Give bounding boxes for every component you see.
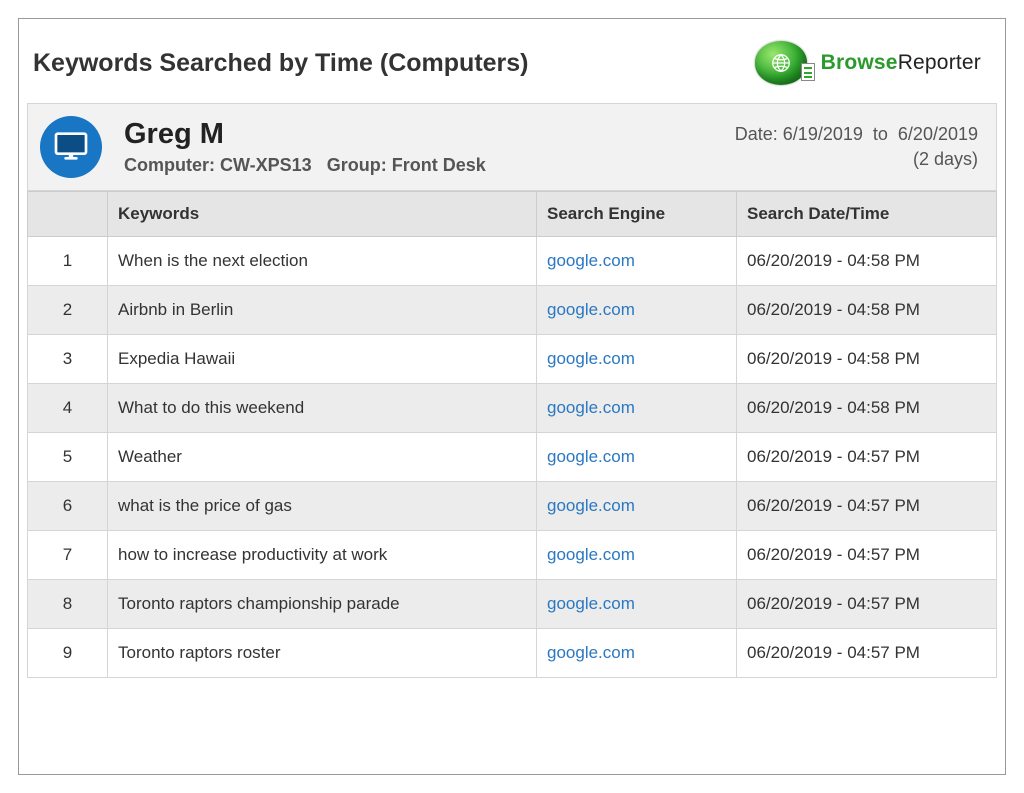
datetime-cell: 06/20/2019 - 04:58 PM	[737, 335, 997, 384]
document-icon	[801, 63, 815, 81]
search-engine-link[interactable]: google.com	[547, 447, 635, 466]
brand-text: BrowseReporter	[821, 51, 981, 75]
col-header-keywords: Keywords	[108, 192, 537, 237]
computer-value: CW-XPS13	[220, 155, 312, 175]
search-engine-cell: google.com	[537, 629, 737, 678]
col-header-engine: Search Engine	[537, 192, 737, 237]
search-engine-link[interactable]: google.com	[547, 398, 635, 417]
row-number: 9	[28, 629, 108, 678]
keyword-cell: Expedia Hawaii	[108, 335, 537, 384]
search-engine-cell: google.com	[537, 433, 737, 482]
keyword-cell: What to do this weekend	[108, 384, 537, 433]
date-to: 6/20/2019	[898, 124, 978, 144]
datetime-cell: 06/20/2019 - 04:57 PM	[737, 580, 997, 629]
user-name: Greg M	[124, 118, 735, 151]
search-engine-link[interactable]: google.com	[547, 643, 635, 662]
date-days: (2 days)	[735, 149, 978, 170]
row-number: 5	[28, 433, 108, 482]
brand-part2: Reporter	[898, 51, 981, 75]
row-number: 1	[28, 237, 108, 286]
keyword-cell: Toronto raptors championship parade	[108, 580, 537, 629]
table-header-row: Keywords Search Engine Search Date/Time	[28, 192, 997, 237]
datetime-cell: 06/20/2019 - 04:57 PM	[737, 531, 997, 580]
table-row: 8Toronto raptors championship parade goog…	[28, 580, 997, 629]
report-title: Keywords Searched by Time (Computers)	[27, 49, 529, 78]
search-engine-cell: google.com	[537, 580, 737, 629]
table-row: 1When is the next election google.com 06/2…	[28, 237, 997, 286]
search-engine-link[interactable]: google.com	[547, 545, 635, 564]
date-range: Date: 6/19/2019 to 6/20/2019 (2 days)	[735, 124, 978, 170]
search-engine-link[interactable]: google.com	[547, 251, 635, 270]
row-number: 3	[28, 335, 108, 384]
datetime-cell: 06/20/2019 - 04:57 PM	[737, 433, 997, 482]
datetime-cell: 06/20/2019 - 04:58 PM	[737, 384, 997, 433]
datetime-cell: 06/20/2019 - 04:57 PM	[737, 482, 997, 531]
report-header: Keywords Searched by Time (Computers) Br…	[19, 19, 1005, 103]
search-engine-link[interactable]: google.com	[547, 496, 635, 515]
computer-icon	[40, 116, 102, 178]
row-number: 8	[28, 580, 108, 629]
row-number: 4	[28, 384, 108, 433]
search-engine-link[interactable]: google.com	[547, 349, 635, 368]
search-engine-cell: google.com	[537, 237, 737, 286]
date-label: Date:	[735, 124, 778, 144]
search-engine-link[interactable]: google.com	[547, 594, 635, 613]
col-header-datetime: Search Date/Time	[737, 192, 997, 237]
table-row: 7how to increase productivity at work goo…	[28, 531, 997, 580]
search-engine-link[interactable]: google.com	[547, 300, 635, 319]
keyword-cell: what is the price of gas	[108, 482, 537, 531]
report-panel: Greg M Computer: CW-XPS13 Group: Front D…	[27, 103, 997, 678]
search-engine-cell: google.com	[537, 531, 737, 580]
search-engine-cell: google.com	[537, 482, 737, 531]
row-number: 2	[28, 286, 108, 335]
search-engine-cell: google.com	[537, 335, 737, 384]
search-engine-cell: google.com	[537, 384, 737, 433]
user-summary-bar: Greg M Computer: CW-XPS13 Group: Front D…	[27, 103, 997, 191]
brand-logo: BrowseReporter	[755, 41, 981, 85]
date-from: 6/19/2019	[783, 124, 863, 144]
row-number: 6	[28, 482, 108, 531]
search-engine-cell: google.com	[537, 286, 737, 335]
col-header-num	[28, 192, 108, 237]
brand-part1: Browse	[821, 51, 898, 75]
table-row: 6what is the price of gas google.com 06/20…	[28, 482, 997, 531]
table-row: 3Expedia Hawaii google.com 06/20/2019 - 04…	[28, 335, 997, 384]
report-frame: Keywords Searched by Time (Computers) Br…	[18, 18, 1006, 775]
table-row: 5Weather google.com 06/20/2019 - 04:57 PM	[28, 433, 997, 482]
keyword-cell: Toronto raptors roster	[108, 629, 537, 678]
table-row: 9Toronto raptors roster google.com 06/20/2…	[28, 629, 997, 678]
table-row: 2Airbnb in Berlin google.com 06/20/2019 - …	[28, 286, 997, 335]
keyword-cell: When is the next election	[108, 237, 537, 286]
datetime-cell: 06/20/2019 - 04:58 PM	[737, 237, 997, 286]
date-to-word: to	[873, 124, 888, 144]
row-number: 7	[28, 531, 108, 580]
computer-label: Computer:	[124, 155, 215, 175]
datetime-cell: 06/20/2019 - 04:57 PM	[737, 629, 997, 678]
keyword-cell: Weather	[108, 433, 537, 482]
user-info: Greg M Computer: CW-XPS13 Group: Front D…	[124, 118, 735, 176]
table-row: 4What to do this weekend google.com 06/20/…	[28, 384, 997, 433]
group-label: Group:	[327, 155, 387, 175]
group-value: Front Desk	[392, 155, 486, 175]
keywords-table: Keywords Search Engine Search Date/Time …	[27, 191, 997, 678]
globe-icon	[755, 41, 807, 85]
datetime-cell: 06/20/2019 - 04:58 PM	[737, 286, 997, 335]
user-meta: Computer: CW-XPS13 Group: Front Desk	[124, 155, 735, 176]
keyword-cell: Airbnb in Berlin	[108, 286, 537, 335]
keyword-cell: how to increase productivity at work	[108, 531, 537, 580]
